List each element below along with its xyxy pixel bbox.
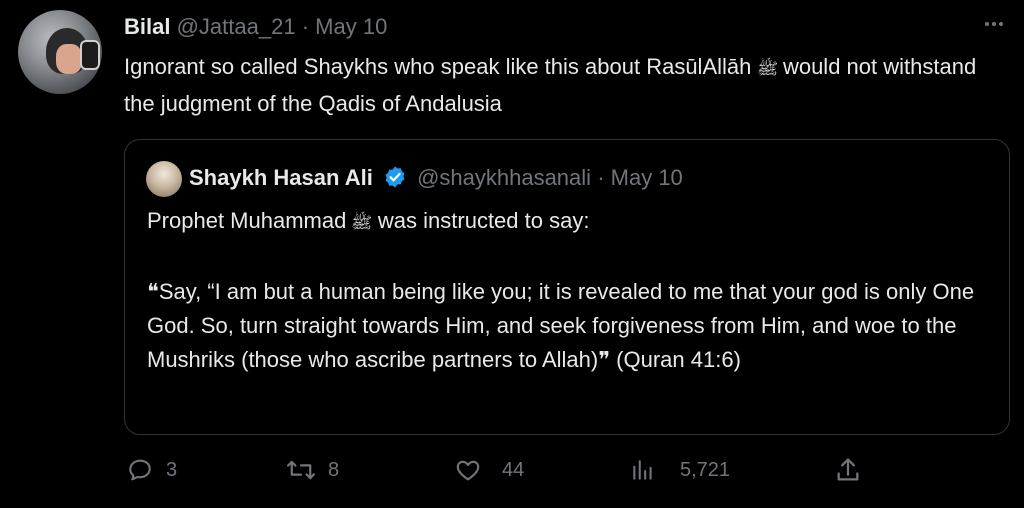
author-avatar[interactable] <box>18 10 102 94</box>
quoted-author-avatar[interactable] <box>146 161 182 197</box>
quoted-author-handle[interactable]: @shaykhhasanali <box>417 165 591 190</box>
views-count: 5,721 <box>680 458 731 481</box>
author-name[interactable]: Bilal <box>124 14 170 39</box>
quoted-intro-part1: Prophet Muhammad <box>147 208 347 233</box>
views-button[interactable]: 5,721 <box>630 456 730 484</box>
tweet-text-part1: Ignorant so called Shaykhs who speak lik… <box>124 54 752 79</box>
author-handle[interactable]: @Jattaa_21 <box>177 14 296 39</box>
like-count: 44 <box>502 458 525 481</box>
tweet-text: Ignorant so called Shaykhs who speak lik… <box>124 50 1004 121</box>
honorific-glyph: ﷺ <box>756 61 778 78</box>
quoted-tweet-header: Shaykh Hasan Ali @shaykhhasanali · May 1… <box>189 164 683 196</box>
reply-icon <box>126 456 154 484</box>
share-icon <box>834 456 862 484</box>
quoted-tweet-date[interactable]: May 10 <box>611 165 683 190</box>
tweet-date[interactable]: May 10 <box>315 14 387 39</box>
retweet-button[interactable]: 8 <box>286 456 339 484</box>
tweet-header: Bilal @Jattaa_21 · May 10 <box>124 14 387 40</box>
close-quote-icon: ❞ <box>598 347 611 372</box>
heart-icon <box>454 456 482 484</box>
quoted-line-intro: Prophet Muhammad ﷺ was instructed to say… <box>147 204 997 241</box>
like-button[interactable]: 44 <box>454 456 524 484</box>
avatar-face <box>56 44 82 74</box>
avatar-phone <box>80 40 100 70</box>
open-quote-icon: ❝ <box>147 279 159 304</box>
header-separator: · <box>301 14 310 39</box>
reply-count: 3 <box>166 458 178 481</box>
more-horizontal-icon[interactable] <box>982 12 1006 42</box>
tweet-actions: 3 8 44 5,721 <box>124 456 874 492</box>
retweet-icon <box>286 456 316 484</box>
quoted-header-separator: · <box>597 165 605 190</box>
views-bar-chart-icon <box>630 456 656 484</box>
verse-text: Say, “I am but a human being like you; i… <box>147 279 975 372</box>
quoted-tweet-text: Prophet Muhammad ﷺ was instructed to say… <box>147 204 997 377</box>
verse-citation: (Quran 41:6) <box>616 347 741 372</box>
quoted-tweet[interactable]: Shaykh Hasan Ali @shaykhhasanali · May 1… <box>124 139 1010 435</box>
verified-badge-icon <box>383 165 407 196</box>
quoted-verse: ❝Say, “I am but a human being like you; … <box>147 275 997 377</box>
tweet-card[interactable]: Bilal @Jattaa_21 · May 10 Ignorant so ca… <box>0 0 1024 508</box>
quoted-intro-part2: was instructed to say: <box>377 208 590 233</box>
reply-button[interactable]: 3 <box>126 456 177 484</box>
share-button[interactable] <box>834 456 862 484</box>
quoted-honorific-glyph: ﷺ <box>351 215 373 232</box>
quoted-author-name[interactable]: Shaykh Hasan Ali <box>189 165 373 190</box>
retweet-count: 8 <box>328 458 340 481</box>
